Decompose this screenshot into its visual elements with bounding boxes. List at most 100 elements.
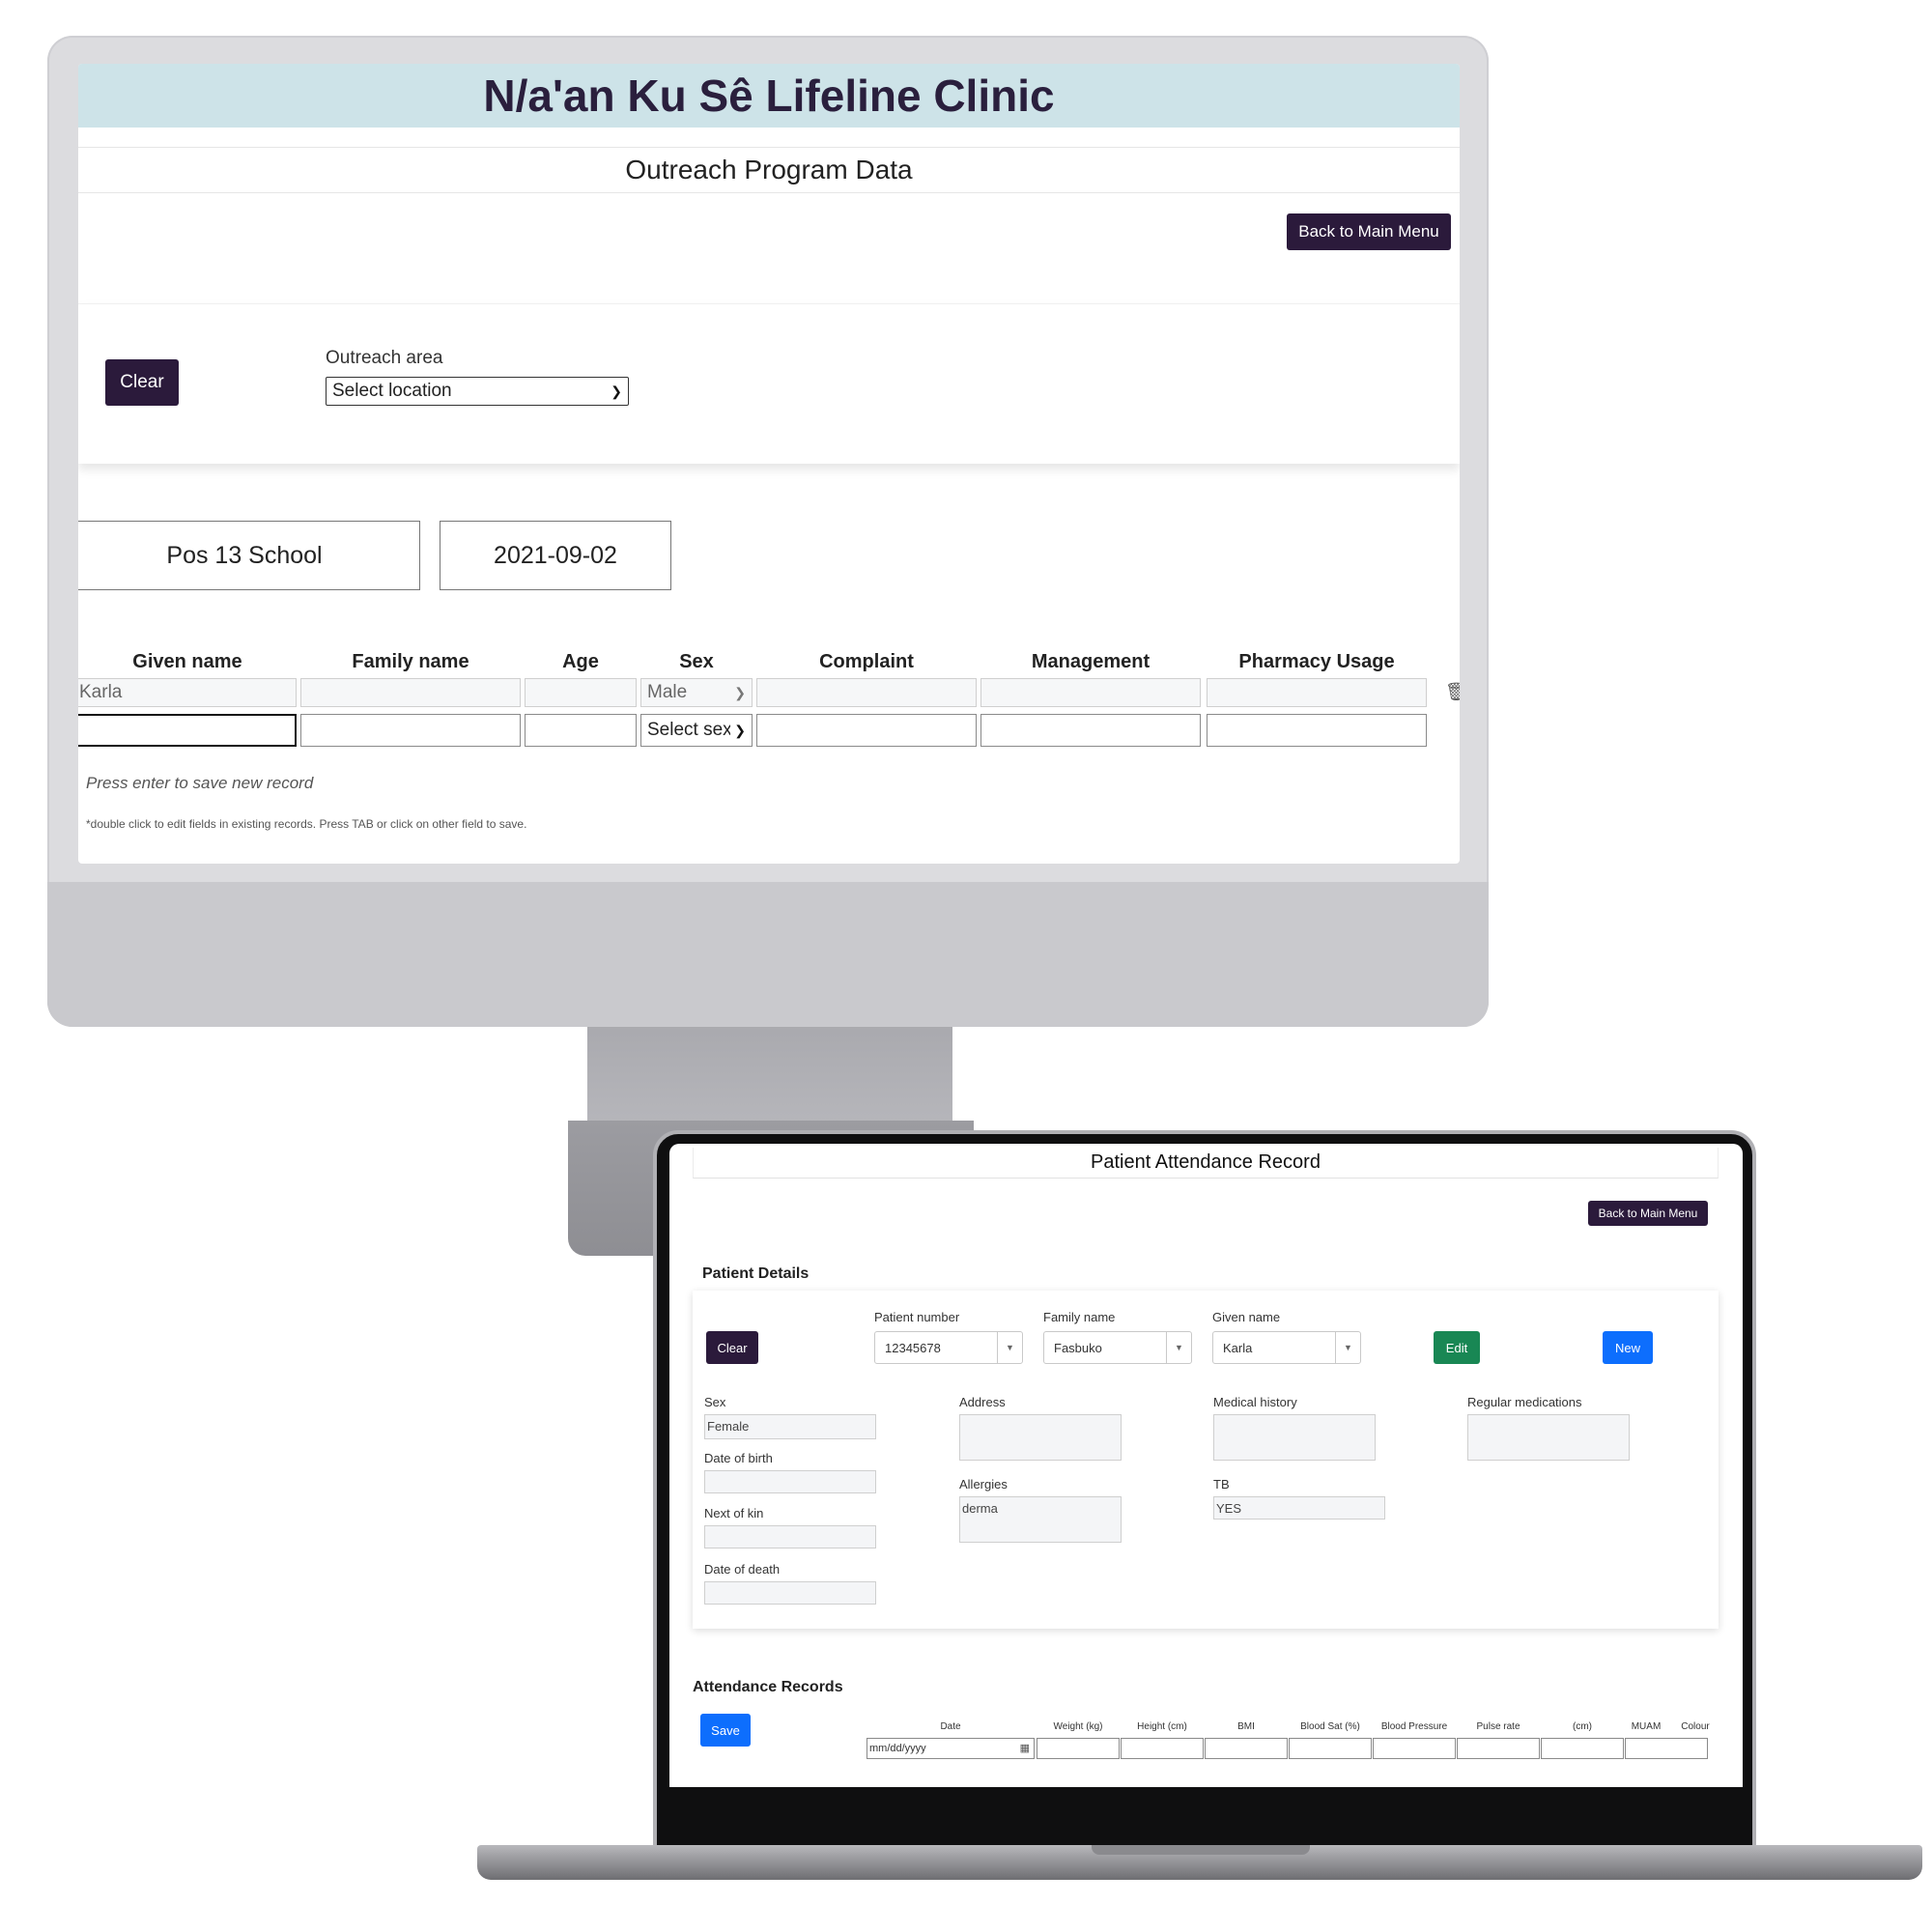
dropdown-arrow-icon[interactable]: ▼	[1335, 1332, 1360, 1363]
allergies-label: Allergies	[959, 1477, 1008, 1492]
allergies-field[interactable]: derma	[959, 1496, 1122, 1543]
patient-number-combobox[interactable]: 12345678 ▼	[874, 1331, 1023, 1364]
family-name-label: Family name	[1043, 1310, 1116, 1324]
att-col-pulse-rate: Pulse rate	[1476, 1721, 1520, 1732]
outreach-area-select[interactable]: Select location ❯	[326, 377, 629, 406]
new-family-name-input[interactable]	[300, 714, 521, 747]
outreach-area-select-value: Select location	[332, 381, 452, 401]
att-muam-colour-input[interactable]	[1625, 1738, 1708, 1759]
clinic-title: N/a'an Ku Sê Lifeline Clinic	[483, 71, 1055, 121]
new-age-input[interactable]	[525, 714, 637, 747]
att-col-bmi: BMI	[1237, 1721, 1255, 1732]
att-col-blood-sat: Blood Sat (%)	[1300, 1721, 1360, 1732]
record-sex-value: Male	[647, 682, 688, 702]
family-name-combobox[interactable]: Fasbuko ▼	[1043, 1331, 1192, 1364]
att-height-input[interactable]	[1121, 1738, 1204, 1759]
date-of-death-label: Date of death	[704, 1562, 781, 1577]
att-col-weight: Weight (kg)	[1053, 1721, 1103, 1732]
address-field[interactable]	[959, 1414, 1122, 1461]
given-name-value: Karla	[1223, 1340, 1253, 1355]
attendance-title-bar: Patient Attendance Record	[693, 1148, 1719, 1179]
back-to-main-menu-button[interactable]: Back to Main Menu	[1588, 1201, 1708, 1226]
sex-field[interactable]: Female	[704, 1414, 876, 1439]
date-display: 2021-09-02	[440, 521, 671, 590]
new-sex-placeholder: Select sex	[647, 720, 730, 740]
new-complaint-input[interactable]	[756, 714, 977, 747]
att-col-cm: (cm)	[1573, 1721, 1592, 1732]
page-subtitle-bar: Outreach Program Data	[78, 147, 1460, 193]
col-sex: Sex	[679, 651, 714, 672]
dropdown-arrow-icon[interactable]: ▼	[1166, 1332, 1191, 1363]
att-weight-input[interactable]	[1037, 1738, 1120, 1759]
edit-note: *double click to edit fields in existing…	[86, 817, 527, 831]
outreach-screen: N/a'an Ku Sê Lifeline Clinic Outreach Pr…	[78, 64, 1460, 864]
new-management-input[interactable]	[980, 714, 1201, 747]
location-display: Pos 13 School	[78, 521, 420, 590]
record-sex-select[interactable]: Male ❯	[640, 678, 753, 707]
next-of-kin-field[interactable]	[704, 1525, 876, 1548]
given-name-label: Given name	[1212, 1310, 1281, 1324]
attendance-title: Patient Attendance Record	[1091, 1151, 1321, 1173]
back-to-main-menu-button[interactable]: Back to Main Menu	[1287, 213, 1451, 250]
col-given-name: Given name	[132, 651, 242, 672]
att-col-date: Date	[940, 1721, 961, 1732]
record-management[interactable]	[980, 678, 1201, 707]
device-mockup: N/a'an Ku Sê Lifeline Clinic Outreach Pr…	[0, 0, 1932, 1932]
dropdown-arrow-icon[interactable]: ▼	[997, 1332, 1022, 1363]
dob-field[interactable]	[704, 1470, 876, 1493]
sex-label: Sex	[704, 1395, 726, 1409]
address-label: Address	[959, 1395, 1006, 1409]
tb-field[interactable]: YES	[1213, 1496, 1385, 1520]
record-age[interactable]	[525, 678, 637, 707]
given-name-combobox[interactable]: Karla ▼	[1212, 1331, 1361, 1364]
att-date-placeholder: mm/dd/yyyy	[869, 1743, 926, 1754]
date-of-death-field[interactable]	[704, 1581, 876, 1605]
attendance-screen: Patient Attendance Record Back to Main M…	[669, 1144, 1743, 1787]
att-pulse-rate-input[interactable]	[1457, 1738, 1540, 1759]
new-given-name-input[interactable]	[78, 714, 297, 747]
regular-medications-field[interactable]	[1467, 1414, 1630, 1461]
col-pharmacy-usage: Pharmacy Usage	[1238, 651, 1395, 672]
att-cm-input[interactable]	[1541, 1738, 1624, 1759]
trash-icon[interactable]: 🗑	[1445, 682, 1460, 702]
clear-button[interactable]: Clear	[706, 1331, 758, 1364]
att-col-blood-pressure: Blood Pressure	[1380, 1721, 1448, 1732]
clinic-title-bar: N/a'an Ku Sê Lifeline Clinic	[78, 64, 1460, 128]
medical-history-field[interactable]	[1213, 1414, 1376, 1461]
patient-number-value: 12345678	[885, 1340, 941, 1355]
record-given-name-value: Karla	[79, 682, 123, 702]
col-management: Management	[1031, 651, 1151, 672]
patient-number-label: Patient number	[874, 1310, 960, 1324]
save-hint: Press enter to save new record	[86, 774, 314, 792]
chevron-down-icon: ❯	[734, 684, 746, 700]
att-col-height: Height (cm)	[1137, 1721, 1187, 1732]
medical-history-label: Medical history	[1213, 1395, 1297, 1409]
calendar-icon[interactable]: ▦	[1020, 1742, 1030, 1754]
att-date-input[interactable]: mm/dd/yyyy ▦	[867, 1738, 1035, 1759]
record-family-name[interactable]	[300, 678, 521, 707]
record-pharmacy-usage[interactable]	[1207, 678, 1427, 707]
att-col-muam: MUAM	[1631, 1721, 1662, 1732]
new-button[interactable]: New	[1603, 1331, 1653, 1364]
monitor-chin	[47, 882, 1489, 1027]
new-sex-select[interactable]: Select sex ❯	[640, 714, 753, 747]
record-given-name[interactable]: Karla	[78, 678, 297, 707]
save-button[interactable]: Save	[700, 1714, 751, 1747]
family-name-value: Fasbuko	[1054, 1340, 1102, 1355]
clear-button[interactable]: Clear	[105, 359, 179, 406]
col-complaint: Complaint	[819, 651, 914, 672]
next-of-kin-label: Next of kin	[704, 1506, 764, 1520]
att-blood-pressure-input[interactable]	[1373, 1738, 1456, 1759]
record-complaint[interactable]	[756, 678, 977, 707]
att-blood-sat-input[interactable]	[1289, 1738, 1372, 1759]
page-subtitle: Outreach Program Data	[625, 155, 913, 185]
laptop-notch	[1092, 1845, 1310, 1855]
edit-button[interactable]: Edit	[1434, 1331, 1480, 1364]
col-age: Age	[562, 651, 599, 672]
outreach-area-label: Outreach area	[326, 348, 443, 368]
outreach-filter-panel	[78, 303, 1460, 464]
col-family-name: Family name	[352, 651, 469, 672]
chevron-down-icon: ❯	[734, 722, 746, 738]
att-bmi-input[interactable]	[1205, 1738, 1288, 1759]
new-pharmacy-usage-input[interactable]	[1207, 714, 1427, 747]
